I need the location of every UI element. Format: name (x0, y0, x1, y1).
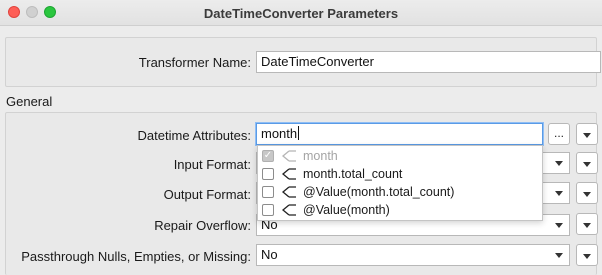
title-bar: DateTimeConverter Parameters (0, 0, 602, 26)
chevron-down-icon (583, 133, 591, 139)
chevron-down-icon (555, 161, 563, 166)
chevron-down-icon (555, 253, 563, 258)
attribute-autocomplete-popup: ✓ month month.total_count @Value(month.t… (257, 145, 543, 221)
attribute-icon (281, 186, 296, 198)
attribute-option-label: @Value(month) (303, 203, 390, 217)
passthrough-label: Passthrough Nulls, Empties, or Missing: (21, 249, 251, 264)
passthrough-dropdown[interactable]: No (256, 244, 570, 266)
checkbox[interactable] (262, 168, 274, 180)
chevron-down-icon (583, 192, 591, 198)
attribute-option[interactable]: @Value(month.total_count) (258, 183, 542, 201)
attribute-ellipsis-button[interactable]: ... (548, 123, 570, 145)
chevron-down-icon (583, 223, 591, 229)
checkbox: ✓ (262, 150, 274, 162)
output-format-label: Output Format: (163, 187, 251, 202)
chevron-down-icon (555, 223, 563, 228)
text-caret (298, 126, 300, 140)
chevron-down-icon (583, 254, 591, 260)
passthrough-menu-button[interactable] (576, 244, 598, 266)
datetime-attributes-input[interactable]: month (256, 123, 543, 145)
attribute-option: ✓ month (258, 147, 542, 165)
transformer-name-label: Transformer Name: (138, 55, 251, 70)
repair-overflow-menu-button[interactable] (576, 213, 598, 235)
input-format-menu-button[interactable] (576, 152, 598, 174)
attribute-icon (281, 204, 296, 216)
output-format-menu-button[interactable] (576, 182, 598, 204)
attribute-option[interactable]: @Value(month) (258, 201, 542, 219)
attribute-option-label: month.total_count (303, 167, 403, 181)
attribute-icon (281, 150, 296, 162)
datetime-attributes-value: month (261, 126, 298, 141)
checkbox[interactable] (262, 186, 274, 198)
datetime-attributes-menu-button[interactable] (576, 123, 598, 145)
chevron-down-icon (555, 191, 563, 196)
attribute-option-label: month (303, 149, 338, 163)
passthrough-value: No (261, 247, 278, 262)
attribute-option-label: @Value(month.total_count) (303, 185, 455, 199)
general-section-title: General (6, 94, 53, 109)
attribute-option[interactable]: month.total_count (258, 165, 542, 183)
window-title: DateTimeConverter Parameters (203, 6, 399, 21)
datetime-attributes-label: Datetime Attributes: (137, 128, 251, 143)
chevron-down-icon (583, 162, 591, 168)
attribute-icon (281, 168, 296, 180)
checkbox[interactable] (262, 204, 274, 216)
repair-overflow-label: Repair Overflow: (154, 218, 251, 233)
transformer-name-input[interactable]: DateTimeConverter (256, 51, 601, 73)
input-format-label: Input Format: (173, 157, 251, 172)
